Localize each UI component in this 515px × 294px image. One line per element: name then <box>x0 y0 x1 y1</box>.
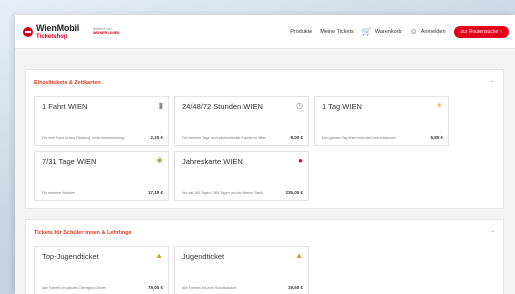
main-content: Einzeltickets & Zeitkarten ⌃ 1 Fahrt WIE… <box>15 49 515 294</box>
ticket-description: Alle Fahrten im ganzen Ostregion-Gebiet <box>42 285 106 290</box>
browser-page: WienMobil Ticketshop Bedient von WIENER … <box>15 15 515 294</box>
ticket-title: 24/48/72 Stunden WIEN <box>182 102 263 111</box>
ticket-price: 235,00 € <box>285 190 303 195</box>
nav-login-label: Anmelden <box>420 28 446 35</box>
section-header[interactable]: Tickets für Schüler:innen & Lehrlinge ⌃ <box>34 220 495 246</box>
ticket-price: 79,00 € <box>147 285 163 290</box>
partner-logo: Bedient von WIENER LINIEN <box>93 27 120 36</box>
arrow-icon: → <box>158 183 162 188</box>
arrow-icon: → <box>158 128 162 133</box>
ticket-description: Nur mit 365 Tagen / 365 Tagen um die Wie… <box>182 190 263 195</box>
brand-subtitle: Ticketshop <box>36 33 68 40</box>
ticket-card-1-tag[interactable]: 1 Tag WIEN ☀ Den ganzen Tag Wien erkunde… <box>314 96 449 146</box>
ticket-description: Den ganzen Tag Wien erkunden und entdeck… <box>322 135 396 140</box>
ticket-title: 1 Fahrt WIEN <box>42 102 88 111</box>
brand-name: WienMobil <box>36 22 80 33</box>
arrow-icon: → <box>298 183 302 188</box>
main-nav: Produkte Meine Tickets 🛒 Warenkorb ☺ Anm… <box>290 25 509 38</box>
nav-products[interactable]: Produkte <box>290 29 312 35</box>
student-icon: ▲ <box>295 251 303 260</box>
ticket-description: Für eine Fahrt in eine Richtung, ohne Un… <box>42 135 124 140</box>
nav-my-tickets[interactable]: Meine Tickets <box>320 29 354 35</box>
clock-icon: ◷ <box>296 101 303 110</box>
ticket-price: 19,60 € <box>287 285 303 290</box>
student-icon: ▲ <box>155 251 163 260</box>
ticket-card-grid: Top-Jugendticket ▲ Alle Fahrten im ganze… <box>34 246 495 294</box>
nav-products-label: Produkte <box>290 28 313 35</box>
section-student-tickets: Tickets für Schüler:innen & Lehrlinge ⌃ … <box>25 219 504 294</box>
ticket-card-top-jugendticket[interactable]: Top-Jugendticket ▲ Alle Fahrten im ganze… <box>34 246 169 294</box>
header-bar: WienMobil Ticketshop Bedient von WIENER … <box>15 15 515 49</box>
ticket-description: Für mehrere Tage und unbeschränkte Fahrt… <box>182 135 267 140</box>
ticket-price: 17,10 € <box>147 190 163 195</box>
calendar-icon: ❀ <box>156 156 163 165</box>
chevron-up-icon[interactable]: ⌃ <box>490 230 495 237</box>
nav-login[interactable]: ☺ Anmelden <box>409 26 446 36</box>
section-title: Einzeltickets & Zeitkarten <box>34 80 101 86</box>
ticket-price: 2,20 € <box>150 135 163 140</box>
route-search-label: zur Routensuche <box>460 28 499 35</box>
route-search-button[interactable]: zur Routensuche › <box>453 25 509 38</box>
ticket-icon: ▮ <box>158 101 163 110</box>
ticket-card-1-fahrt[interactable]: 1 Fahrt WIEN ▮ Für eine Fahrt in eine Ri… <box>34 96 169 146</box>
nav-cart-label: Warenkorb <box>374 28 402 35</box>
arrow-icon: → <box>438 128 442 133</box>
section-single-tickets: Einzeltickets & Zeitkarten ⌃ 1 Fahrt WIE… <box>25 69 504 209</box>
ticket-title: Jahreskarte WIEN <box>182 157 243 166</box>
ticket-description: Alle Fahrten bis zum Schulstandort <box>182 285 237 290</box>
section-header[interactable]: Einzeltickets & Zeitkarten ⌃ <box>34 70 495 96</box>
sun-icon: ☀ <box>435 101 443 110</box>
jahreskarte-icon: ● <box>298 156 303 165</box>
ticket-title: Top-Jugendticket <box>42 252 99 261</box>
ticket-card-grid: 1 Fahrt WIEN ▮ Für eine Fahrt in eine Ri… <box>34 96 495 204</box>
arrow-icon: → <box>298 128 302 133</box>
ticket-card-7-31-tage[interactable]: 7/31 Tage WIEN ❀ Für mehrere Wochen → 17… <box>34 151 169 201</box>
ticket-price: 8,00 € <box>290 135 303 140</box>
arrow-right-icon: › <box>500 28 502 35</box>
nav-cart[interactable]: 🛒 Warenkorb <box>361 26 402 36</box>
nav-my-tickets-label: Meine Tickets <box>320 28 354 35</box>
user-icon: ☺ <box>409 26 418 36</box>
ticket-description: Für mehrere Wochen <box>42 190 76 195</box>
wienmobil-logo[interactable]: WienMobil Ticketshop <box>23 22 80 40</box>
ticket-price: 5,80 € <box>430 135 443 140</box>
logo-icon <box>23 26 33 37</box>
ticket-card-jahreskarte[interactable]: Jahreskarte WIEN ● Nur mit 365 Tagen / 3… <box>174 151 309 201</box>
ticket-card-jugendticket[interactable]: Jugendticket ▲ Alle Fahrten bis zum Schu… <box>174 246 309 294</box>
ticket-title: Jugendticket <box>182 252 225 261</box>
ticket-title: 1 Tag WIEN <box>322 102 362 111</box>
ticket-card-24-48-72[interactable]: 24/48/72 Stunden WIEN ◷ Für mehrere Tage… <box>174 96 309 146</box>
partner-name: WIENER LINIEN <box>93 30 120 35</box>
chevron-up-icon[interactable]: ⌃ <box>490 80 495 87</box>
ticket-title: 7/31 Tage WIEN <box>42 157 97 166</box>
cart-icon: 🛒 <box>361 26 372 36</box>
section-title: Tickets für Schüler:innen & Lehrlinge <box>34 230 132 236</box>
